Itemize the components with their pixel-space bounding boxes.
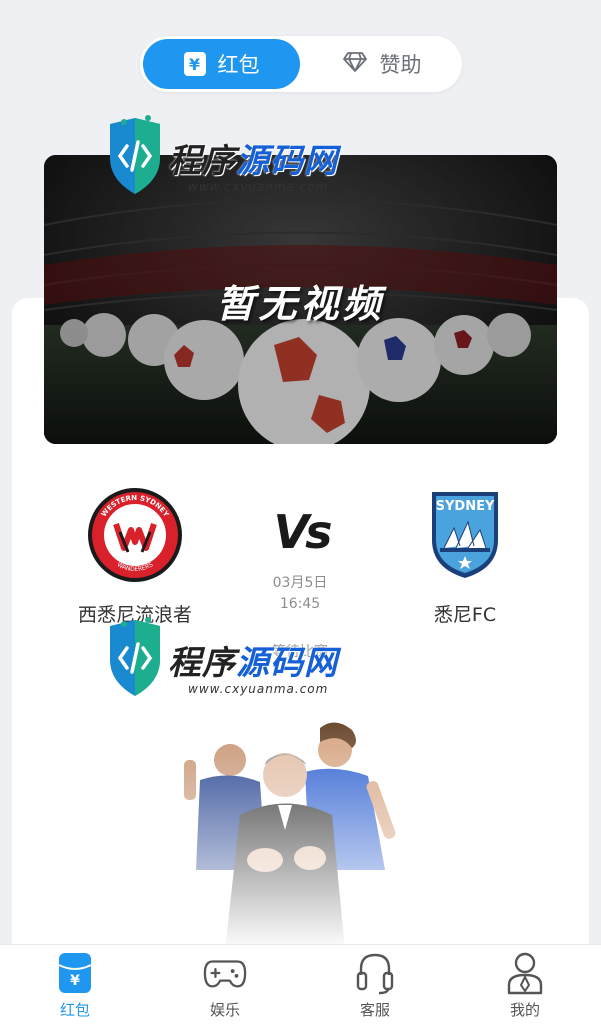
match-date: 03月5日 (272, 575, 328, 591)
tab-sponsor[interactable]: 赞助 (304, 39, 459, 89)
vs-label: Vs (273, 505, 333, 559)
shield-logo-icon (110, 115, 160, 194)
nav-item-entertainment[interactable]: 娱乐 (150, 945, 300, 1025)
watermark: 程序源码网 www.cxyuanma.com (104, 110, 364, 220)
bottom-nav: ¥ 红包 娱乐 客服 我的 (0, 944, 601, 1025)
nav-item-profile[interactable]: 我的 (450, 945, 600, 1025)
headset-icon (353, 951, 397, 995)
tab-sponsor-label: 赞助 (379, 53, 422, 77)
watermark-title-b: 源码网 (236, 141, 338, 180)
watermark: 程序源码网 www.cxyuanma.com (104, 612, 364, 722)
yen-box-icon: ¥ (183, 52, 206, 76)
watermark-url: www.cxyuanma.com (188, 180, 329, 194)
watermark-title-b: 源码网 (236, 643, 338, 682)
nav-label-entertainment: 娱乐 (209, 1001, 240, 1019)
red-packet-icon: ¥ (53, 951, 97, 995)
no-video-text: 暂无视频 (216, 282, 385, 326)
nav-label-customer-service: 客服 (359, 1001, 390, 1019)
svg-text:¥: ¥ (70, 973, 80, 989)
players-image (170, 720, 420, 950)
nav-label-profile: 我的 (509, 1001, 540, 1019)
watermark-url: www.cxyuanma.com (188, 682, 329, 696)
gamepad-icon (203, 951, 247, 995)
shield-logo-icon (110, 617, 160, 696)
tab-red-packet[interactable]: ¥ 红包 (143, 39, 300, 89)
match-time: 16:45 (279, 596, 321, 612)
watermark-title-a: 程序 (168, 141, 236, 180)
away-logo-text: SYDNEY (436, 499, 495, 514)
watermark-title-a: 程序 (168, 643, 236, 682)
nav-item-red-packet[interactable]: ¥ 红包 (0, 945, 150, 1025)
tab-red-packet-label: 红包 (217, 53, 260, 77)
nav-label-red-packet: 红包 (59, 1001, 90, 1019)
away-team-name: 悉尼FC (433, 604, 497, 626)
profile-icon (503, 951, 547, 995)
diamond-icon (342, 51, 368, 78)
segmented-toggle: ¥ 红包 赞助 (140, 36, 462, 92)
away-team-logo: SYDNEY (430, 488, 500, 580)
nav-item-customer-service[interactable]: 客服 (300, 945, 450, 1025)
home-team-logo: WESTERN SYDNEY WANDERERS (86, 486, 184, 584)
